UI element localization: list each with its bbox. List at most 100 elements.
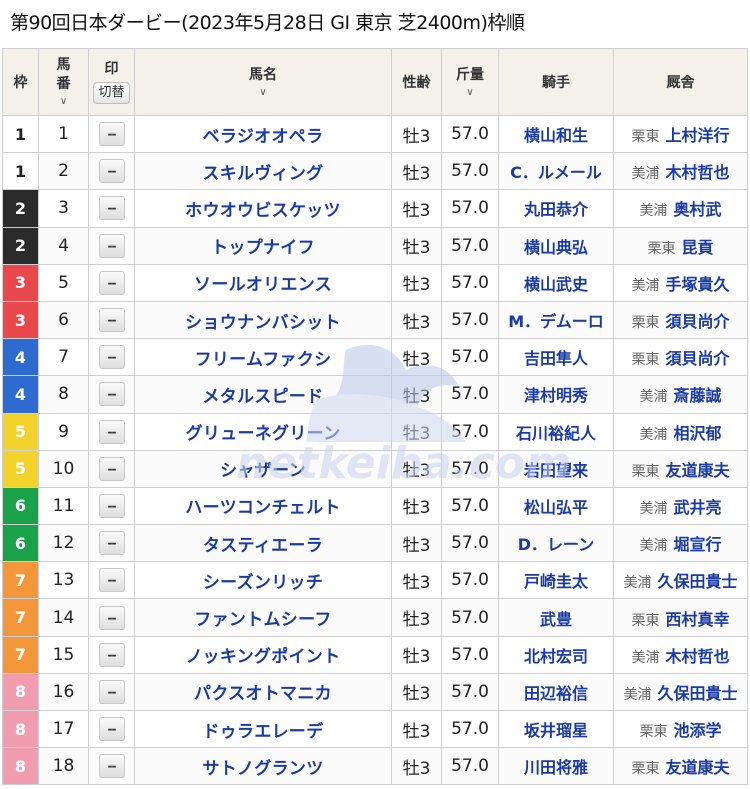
stable-cell: 美浦 木村哲也 (613, 152, 748, 191)
jockey-link[interactable]: 丸田恭介 (524, 200, 588, 219)
jockey-link[interactable]: 横山武史 (524, 275, 588, 294)
horse-name-link[interactable]: シーズンリッチ (203, 573, 323, 593)
trainer-link[interactable]: 友道康夫 (665, 758, 729, 777)
mark-select-button[interactable]: -- (98, 605, 125, 630)
trainer-link[interactable]: 友道康夫 (665, 461, 729, 480)
trainer-link[interactable]: 久保田貴士 (657, 684, 737, 703)
umaban-cell: 14 (38, 598, 89, 637)
header-weight[interactable]: 斤量 ∨ (441, 48, 499, 116)
stable-area: 美浦 (639, 389, 668, 406)
mark-select-button[interactable]: -- (98, 382, 125, 407)
mark-select-button[interactable]: -- (98, 568, 125, 593)
trainer-link[interactable]: 手塚貴久 (665, 275, 729, 294)
mark-select-button[interactable]: -- (98, 679, 125, 704)
trainer-link[interactable]: 須貝尚介 (665, 349, 729, 368)
mark-select-button[interactable]: -- (98, 419, 125, 444)
waku-cell: 1 (2, 152, 39, 191)
mark-select-button[interactable]: -- (98, 270, 125, 295)
horse-name-link[interactable]: ホウオウビスケッツ (185, 201, 341, 221)
mark-select-button[interactable]: -- (98, 531, 125, 556)
jockey-link[interactable]: 北村宏司 (524, 647, 588, 666)
table-row: 8 18 -- サトノグランツ 牡3 57.0 川田将雅 栗東 友道康夫 (2, 747, 748, 786)
jockey-link[interactable]: 田辺裕信 (524, 684, 588, 703)
jockey-link[interactable]: 戸崎圭太 (524, 572, 588, 591)
umaban-cell: 17 (38, 709, 89, 749)
mark-select-button[interactable]: -- (98, 754, 125, 779)
horse-name-link[interactable]: ドゥラエレーデ (202, 722, 323, 742)
trainer-link[interactable]: 木村哲也 (665, 163, 729, 182)
horse-name-link[interactable]: グリューネグリーン (186, 424, 341, 444)
horse-name-link[interactable]: ファントムシーフ (194, 610, 331, 630)
jockey-link[interactable]: 川田将雅 (524, 758, 588, 777)
jockey-link[interactable]: 石川裕紀人 (516, 424, 596, 443)
horse-name-link[interactable]: トップナイフ (211, 238, 315, 258)
jockey-link[interactable]: 吉田隼人 (524, 349, 588, 368)
trainer-link[interactable]: 堀宣行 (673, 535, 721, 554)
horse-name-link[interactable]: メタルスピード (202, 387, 323, 407)
trainer-link[interactable]: 奥村武 (673, 200, 721, 219)
sexage-cell: 牡3 (391, 561, 442, 600)
trainer-link[interactable]: 相沢郁 (673, 424, 721, 443)
mark-select-button[interactable]: -- (98, 159, 125, 184)
sexage-cell: 牡3 (391, 486, 442, 526)
trainer-link[interactable]: 武井亮 (673, 498, 721, 517)
chevron-down-icon[interactable]: ∨ (259, 87, 266, 99)
trainer-link[interactable]: 上村洋行 (665, 126, 729, 145)
horse-name-link[interactable]: タスティエーラ (203, 536, 323, 556)
mark-select-button[interactable]: -- (98, 233, 125, 258)
jockey-link[interactable]: 武豊 (540, 610, 572, 629)
trainer-link[interactable]: 木村哲也 (665, 647, 729, 666)
stable-area: 栗東 (631, 761, 660, 778)
horse-cell: フリームファクシ (134, 338, 392, 377)
jockey-cell: D．レーン (498, 524, 614, 563)
trainer-link[interactable]: 斎藤誠 (673, 386, 721, 405)
jockey-link[interactable]: 横山典弘 (524, 238, 588, 257)
horse-name-link[interactable]: ベラジオオペラ (203, 127, 324, 147)
trainer-link[interactable]: 須貝尚介 (665, 312, 729, 331)
jockey-link[interactable]: C．ルメール (510, 163, 602, 182)
trainer-link[interactable]: 久保田貴士 (657, 572, 737, 591)
trainer-link[interactable]: 池添学 (673, 721, 721, 740)
jockey-cell: 横山武史 (498, 263, 614, 302)
horse-name-link[interactable]: ノッキングポイント (186, 647, 341, 667)
horse-cell: パクスオトマニカ (134, 672, 392, 712)
mark-select-button[interactable]: -- (98, 717, 125, 742)
weight-cell: 57.0 (441, 226, 499, 265)
stable-area: 美浦 (623, 686, 652, 703)
horse-name-link[interactable]: フリームファクシ (195, 350, 332, 370)
mark-select-button[interactable]: -- (98, 196, 125, 221)
header-umaban[interactable]: 馬番 ∨ (38, 48, 89, 116)
header-horse[interactable]: 馬名 ∨ (134, 48, 392, 116)
table-row: 5 10 -- シャザーン 牡3 57.0 岩田望来 栗東 友道康夫 (2, 449, 748, 488)
mark-select-button[interactable]: -- (98, 122, 125, 147)
horse-name-link[interactable]: シャザーン (220, 461, 306, 481)
mark-select-button[interactable]: -- (98, 493, 125, 518)
jockey-link[interactable]: 横山和生 (524, 126, 588, 145)
trainer-link[interactable]: 昆貢 (681, 238, 713, 257)
jockey-link[interactable]: 坂井瑠星 (524, 721, 588, 740)
trainer-link[interactable]: 西村真幸 (665, 610, 729, 629)
horse-name-link[interactable]: ショウナンバシット (185, 313, 341, 333)
horse-name-link[interactable]: パクスオトマニカ (194, 684, 332, 704)
jockey-link[interactable]: M．デムーロ (508, 312, 604, 331)
horse-name-link[interactable]: ソールオリエンス (194, 275, 332, 295)
chevron-down-icon[interactable]: ∨ (60, 96, 67, 108)
jockey-link[interactable]: 岩田望来 (524, 461, 588, 480)
chevron-down-icon[interactable]: ∨ (466, 87, 473, 99)
stable-area: 美浦 (639, 426, 668, 443)
waku-cell: 8 (2, 747, 39, 786)
jockey-link[interactable]: 松山弘平 (524, 498, 588, 517)
mark-select-button[interactable]: -- (98, 308, 125, 333)
header-horse-label: 馬名 (249, 66, 277, 83)
horse-name-link[interactable]: スキルヴィング (202, 164, 323, 184)
mark-toggle-button[interactable]: 切替 (93, 82, 130, 104)
jockey-link[interactable]: D．レーン (518, 535, 594, 554)
waku-cell: 2 (2, 226, 39, 265)
mark-select-button[interactable]: -- (98, 456, 125, 481)
mark-select-button[interactable]: -- (98, 345, 125, 370)
horse-name-link[interactable]: ハーツコンチェルト (185, 498, 340, 518)
horse-name-link[interactable]: サトノグランツ (202, 759, 323, 779)
jockey-link[interactable]: 津村明秀 (524, 386, 588, 405)
weight-cell: 57.0 (441, 524, 499, 563)
mark-select-button[interactable]: -- (98, 642, 125, 667)
